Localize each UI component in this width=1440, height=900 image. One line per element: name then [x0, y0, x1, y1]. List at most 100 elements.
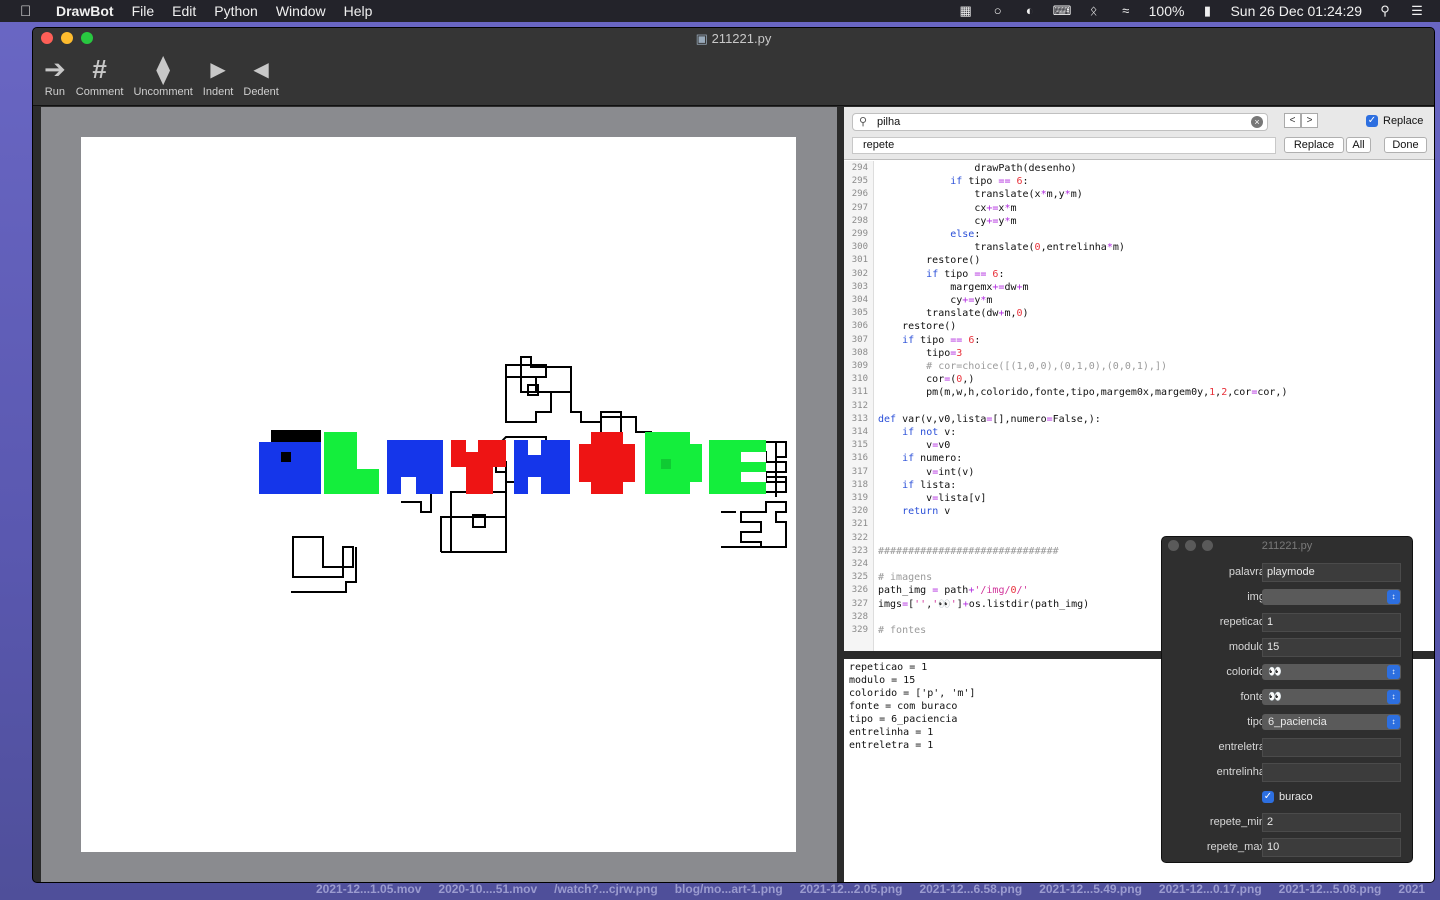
search-input[interactable]: ⚲ pilha ×	[852, 113, 1268, 131]
canvas-area[interactable]	[41, 107, 837, 882]
palette-popup-button[interactable]: ↕	[1262, 589, 1401, 605]
palette-text-field[interactable]: playmode	[1262, 563, 1401, 582]
line-number: 295	[851, 176, 868, 187]
letter-d	[645, 432, 702, 494]
line-number: 310	[851, 374, 868, 385]
line-number: 327	[851, 598, 868, 609]
palette-text-field[interactable]	[1262, 738, 1401, 757]
desktop-file-label[interactable]: 2021-12...1.05.mov	[316, 882, 421, 896]
line-number: 301	[851, 255, 868, 266]
clear-search-icon[interactable]: ×	[1251, 116, 1263, 128]
palette-label: repete_max:	[1206, 841, 1268, 853]
code-text: return v	[902, 506, 951, 518]
done-button[interactable]: Done	[1384, 137, 1427, 153]
uncomment-icon: ⧫	[156, 53, 170, 84]
palette-row: fonte: 👀 ↕	[1162, 688, 1412, 708]
palette-popup-button[interactable]: 👀 ↕	[1262, 664, 1401, 680]
menu-python[interactable]: Python	[214, 3, 258, 19]
drawing-page	[81, 137, 796, 852]
menu-app[interactable]: DrawBot	[56, 3, 114, 19]
palette-popup-button[interactable]: 👀 ↕	[1262, 689, 1401, 705]
uncomment-button[interactable]: ⧫ Uncomment	[128, 52, 197, 99]
palette-popup-value: 6_paciencia	[1268, 716, 1327, 728]
code-text: if tipo == 6:	[902, 334, 981, 346]
comment-button[interactable]: # Comment	[71, 52, 129, 99]
wifi-icon[interactable]: ≈	[1117, 4, 1135, 18]
menu-bar:  DrawBot File Edit Python Window Help ▦…	[0, 0, 1440, 22]
previous-match-button[interactable]: <	[1284, 113, 1301, 128]
next-match-button[interactable]: >	[1301, 113, 1318, 128]
bluetooth-icon[interactable]: ᛟ	[1085, 4, 1103, 18]
code-text: if lista:	[902, 479, 957, 491]
palette-text-field[interactable]: 2	[1262, 813, 1401, 832]
desktop-file-label[interactable]: /watch?...cjrw.png	[554, 882, 658, 896]
desktop-file-label[interactable]: 2021-12...5.08.png	[1279, 882, 1382, 896]
desktop-file-label[interactable]: 2020-10....51.mov	[438, 882, 537, 896]
letter-a	[387, 440, 443, 494]
code-line: 294 drawPath(desenho)	[844, 163, 1434, 176]
battery-icon[interactable]: ▮	[1198, 4, 1216, 18]
menu-help[interactable]: Help	[344, 3, 373, 19]
palette-row: img: ↕	[1162, 588, 1412, 608]
line-number: 299	[851, 229, 868, 239]
updown-chevron-icon: ↕	[1387, 690, 1400, 704]
code-line: 311 pm(m,w,h,colorido,fonte,tipo,margem0…	[844, 387, 1434, 400]
code-text: tipo=3	[878, 347, 963, 359]
dark-mode-icon[interactable]: ◐	[1021, 4, 1039, 18]
palette-text-field[interactable]: 15	[1262, 638, 1401, 657]
code-line: 305 translate(dw+m,0)	[844, 308, 1434, 321]
code-text: margemx+=dw+m	[878, 281, 1029, 293]
desktop-file-label[interactable]: 2021	[1398, 882, 1425, 896]
line-number: 312	[851, 400, 868, 411]
desktop-file-label[interactable]: 2021-12...6.58.png	[919, 882, 1022, 896]
control-center-icon[interactable]: ☰	[1408, 4, 1426, 18]
code-line: 313 def var(v,v0,lista=[],numero=False,):	[844, 414, 1434, 427]
dedent-button[interactable]: ◀ Dedent	[238, 52, 283, 99]
code-text: cor=(0,)	[878, 374, 975, 386]
replace-all-button[interactable]: All	[1346, 137, 1371, 153]
clock[interactable]: Sun 26 Dec 01:24:29	[1230, 3, 1362, 19]
code-line: 315 v=v0	[844, 440, 1434, 453]
replace-button[interactable]: Replace	[1284, 137, 1344, 153]
palette-text-field[interactable]: 1	[1262, 613, 1401, 632]
desktop-file-label[interactable]: 2021-12...5.49.png	[1039, 882, 1142, 896]
code-line: 307 if tipo == 6:	[844, 334, 1434, 348]
run-button[interactable]: ➔ Run	[39, 52, 71, 99]
code-line: 298 cy+=y*m	[844, 215, 1434, 229]
letter-o	[579, 432, 635, 494]
code-text: if tipo == 6:	[950, 176, 1029, 188]
desktop-file-label[interactable]: 2021-12...0.17.png	[1159, 882, 1262, 896]
apple-menu-icon[interactable]: 	[20, 3, 38, 20]
palette-text-field[interactable]: 10	[1262, 838, 1401, 857]
keyboard-icon[interactable]: ⌨	[1053, 4, 1072, 18]
menu-file[interactable]: File	[132, 3, 155, 19]
cloud-sync-icon[interactable]: ○	[989, 4, 1007, 18]
indent-button[interactable]: ▶ Indent	[198, 52, 239, 99]
file-icon: ▣	[695, 31, 708, 46]
code-line: 295 if tipo == 6:	[844, 176, 1434, 189]
palette-popup-button[interactable]: 6_paciencia ↕	[1262, 714, 1401, 730]
code-text: cx+=x*m	[878, 202, 1017, 214]
desktop-file-label[interactable]: 2021-12...2.05.png	[800, 882, 903, 896]
code-text: cy+=y*m	[878, 215, 1017, 227]
line-number: 309	[851, 361, 868, 371]
palette-text-field[interactable]	[1262, 763, 1401, 782]
line-number: 308	[851, 347, 868, 358]
menu-window[interactable]: Window	[276, 3, 326, 19]
code-text: if not v:	[902, 427, 957, 438]
status-app-icon[interactable]: ▦	[957, 4, 975, 18]
code-text: if numero:	[902, 453, 963, 465]
palette-checkbox[interactable]: ✓ buraco	[1262, 791, 1313, 803]
menu-edit[interactable]: Edit	[172, 3, 196, 19]
spotlight-search-icon[interactable]: ⚲	[1376, 4, 1394, 18]
code-text: translate(x*m,y*m)	[878, 189, 1083, 201]
updown-chevron-icon: ↕	[1387, 590, 1400, 604]
desktop-file-label[interactable]: blog/mo...art-1.png	[675, 882, 783, 896]
replace-input[interactable]: repete	[852, 137, 1276, 154]
code-line: 309 # cor=choice([(1,0,0),(0,1,0),(0,0,1…	[844, 361, 1434, 374]
palette-label: entrelinha:	[1216, 766, 1268, 778]
palette-row: palavra: playmode	[1162, 563, 1412, 583]
line-number: 297	[851, 202, 868, 213]
letter-m	[514, 440, 570, 494]
replace-checkbox[interactable]: ✓ Replace	[1366, 115, 1423, 127]
